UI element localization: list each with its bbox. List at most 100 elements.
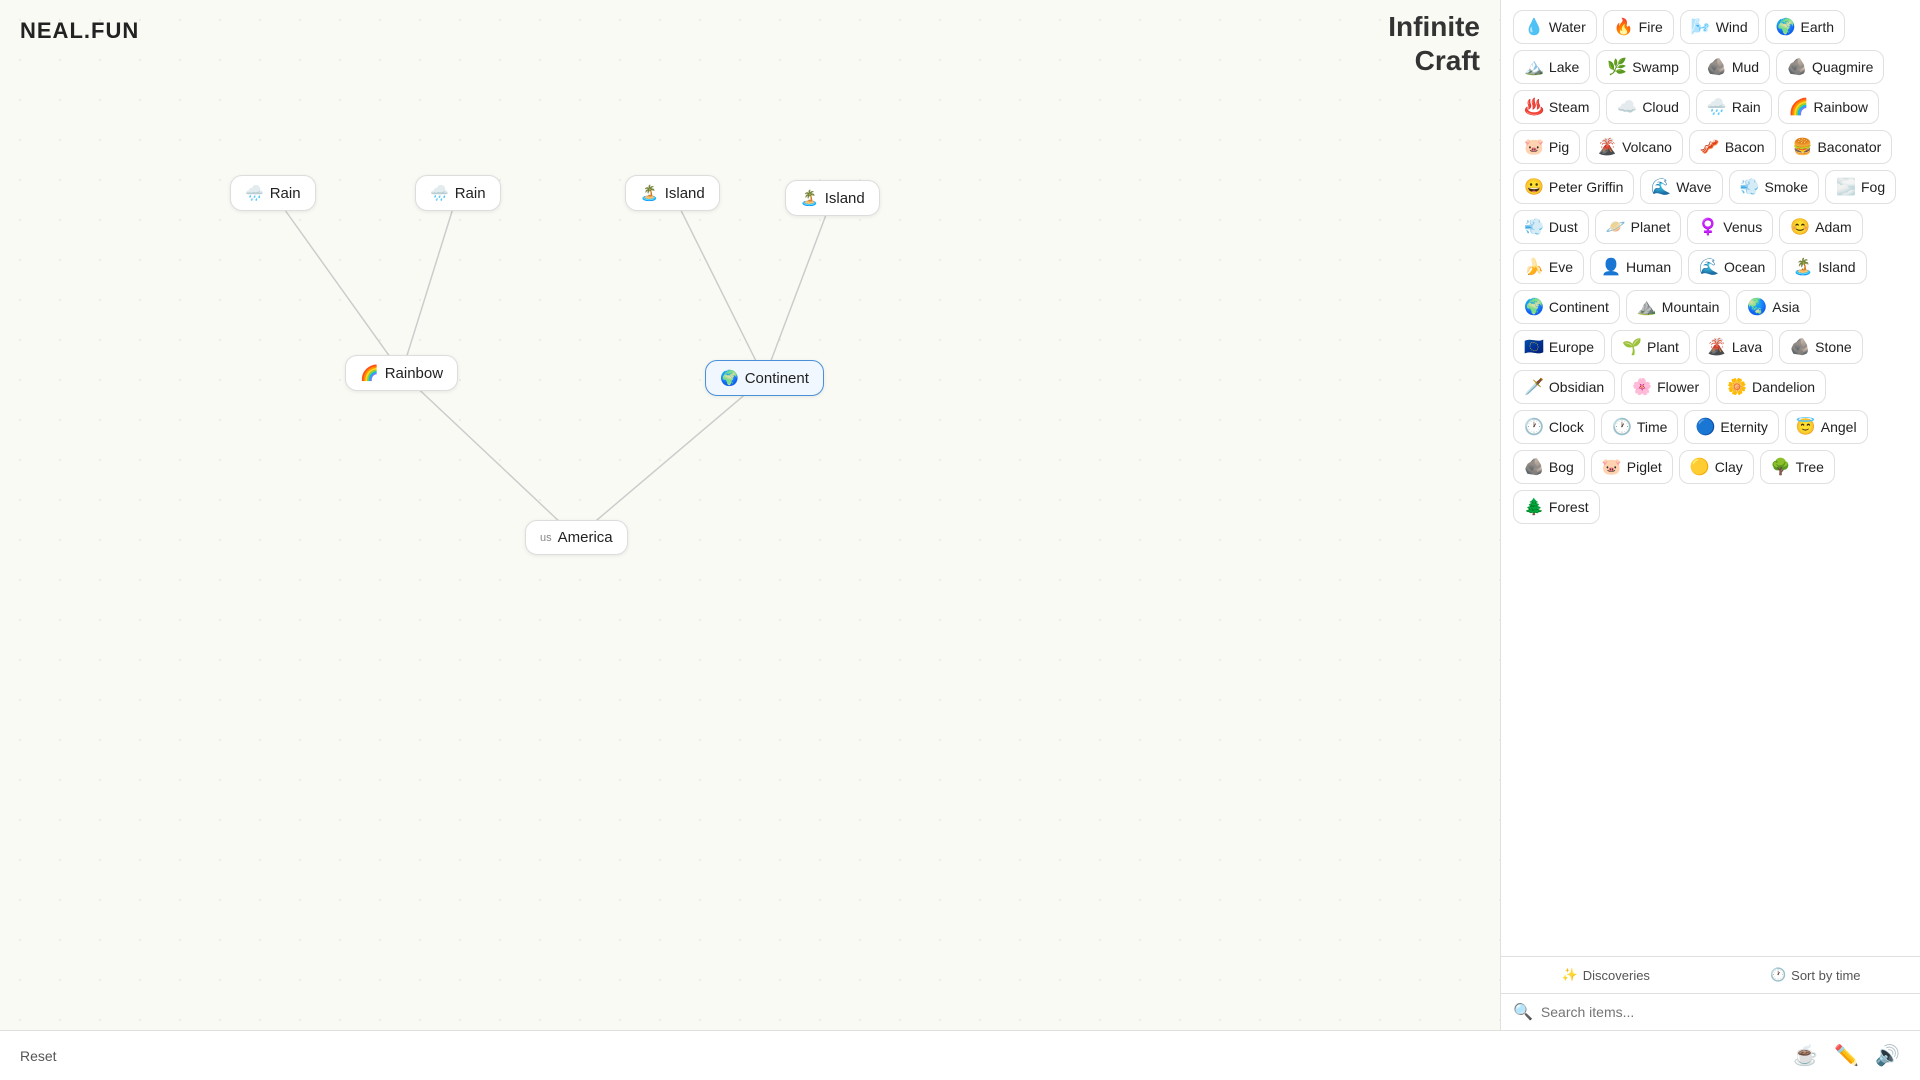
- sidebar-item-emoji: 🌫️: [1836, 177, 1856, 197]
- sidebar-item-emoji: 🌸: [1632, 377, 1652, 397]
- sidebar-item[interactable]: 💧Water: [1513, 10, 1597, 44]
- sidebar-item[interactable]: 🌲Forest: [1513, 490, 1600, 524]
- sidebar-item-emoji: 💨: [1740, 177, 1760, 197]
- footer-tab[interactable]: ✨Discoveries: [1501, 957, 1711, 993]
- sidebar-item-label: Fog: [1861, 179, 1885, 195]
- sidebar-item-label: Time: [1637, 419, 1668, 435]
- node-emoji: 🌧️: [245, 184, 264, 202]
- sidebar-item-emoji: 💧: [1524, 17, 1544, 37]
- sidebar-item[interactable]: 🌸 Flower: [1621, 370, 1710, 404]
- sidebar-item-emoji: 🌱: [1622, 337, 1642, 357]
- search-input[interactable]: [1541, 1004, 1908, 1020]
- sidebar-item[interactable]: 🌬️Wind: [1680, 10, 1759, 44]
- sidebar-item[interactable]: 🌏Asia: [1736, 290, 1810, 324]
- sidebar-item[interactable]: 🇪🇺Europe: [1513, 330, 1605, 364]
- reset-button[interactable]: Reset: [20, 1048, 57, 1064]
- connection-line: [402, 373, 577, 538]
- sidebar-item-label: Piglet: [1627, 459, 1662, 475]
- sidebar-item[interactable]: 🪐Planet: [1595, 210, 1682, 244]
- sidebar-item[interactable]: 🕐Clock: [1513, 410, 1595, 444]
- sidebar-item[interactable]: 🐷Pig: [1513, 130, 1580, 164]
- sidebar-item-emoji: 🌊: [1699, 257, 1719, 277]
- canvas-node-rain1[interactable]: 🌧️Rain: [230, 175, 316, 211]
- canvas-area[interactable]: NEAL.FUN Infinite Craft 🌧️Rain🌧️Rain🏝️Is…: [0, 0, 1500, 1030]
- sidebar-item-label: Venus: [1723, 219, 1762, 235]
- sidebar-item[interactable]: 🌳 Tree: [1760, 450, 1835, 484]
- sidebar-item-label: Forest: [1549, 499, 1589, 515]
- sidebar-item-emoji: 🌳: [1771, 457, 1791, 477]
- sidebar-item[interactable]: 🟡Clay: [1679, 450, 1754, 484]
- sidebar-item[interactable]: 🌿Swamp: [1596, 50, 1690, 84]
- sidebar-item-emoji: 👤: [1601, 257, 1621, 277]
- sidebar-item[interactable]: 💨Smoke: [1729, 170, 1820, 204]
- connection-line: [576, 378, 764, 538]
- sidebar-item[interactable]: 🌊Ocean: [1688, 250, 1776, 284]
- sidebar-item[interactable]: ☁️Cloud: [1606, 90, 1690, 124]
- sidebar-item[interactable]: 🌋Volcano: [1586, 130, 1683, 164]
- sidebar-item[interactable]: 🕐Time: [1601, 410, 1679, 444]
- sidebar-item[interactable]: ♀️ Venus: [1687, 210, 1773, 244]
- sidebar-item-emoji: ♀️: [1698, 217, 1718, 237]
- sidebar-item-label: Asia: [1772, 299, 1799, 315]
- canvas-node-island1[interactable]: 🏝️Island: [625, 175, 720, 211]
- bottom-icon-1[interactable]: ✏️: [1834, 1043, 1859, 1068]
- sidebar-item[interactable]: 🔥Fire: [1603, 10, 1674, 44]
- sidebar-item[interactable]: 🌫️ Fog: [1825, 170, 1896, 204]
- sidebar-item[interactable]: 🌧️Rain: [1696, 90, 1772, 124]
- sidebar-item[interactable]: 🪨Quagmire: [1776, 50, 1884, 84]
- sidebar-item[interactable]: 🌊Wave: [1640, 170, 1722, 204]
- sidebar-item-emoji: 🍔: [1793, 137, 1813, 157]
- sidebar-item[interactable]: 😀Peter Griffin: [1513, 170, 1634, 204]
- node-emoji: 🏝️: [800, 189, 819, 207]
- sidebar-item-emoji: 🌊: [1651, 177, 1671, 197]
- bottom-icon-2[interactable]: 🔊: [1875, 1043, 1900, 1068]
- sidebar-item[interactable]: 🍌Eve: [1513, 250, 1584, 284]
- sidebar-item[interactable]: 🌼Dandelion: [1716, 370, 1826, 404]
- sidebar-item-emoji: 🏝️: [1793, 257, 1813, 277]
- sidebar-item[interactable]: 🐷Piglet: [1591, 450, 1673, 484]
- sidebar-item[interactable]: 🗡️Obsidian: [1513, 370, 1615, 404]
- sidebar-item-emoji: 🪨: [1787, 57, 1807, 77]
- node-label: Rain: [455, 185, 486, 202]
- sidebar-item-emoji: 🪨: [1790, 337, 1810, 357]
- footer-tab[interactable]: 🕐Sort by time: [1711, 957, 1920, 993]
- connections-svg: [0, 0, 1500, 1030]
- sidebar-item[interactable]: 🏔️Lake: [1513, 50, 1590, 84]
- sidebar-item[interactable]: 👤 Human: [1590, 250, 1682, 284]
- sidebar-item[interactable]: ⛰️Mountain: [1626, 290, 1731, 324]
- canvas-node-continent[interactable]: 🌍Continent: [705, 360, 824, 396]
- sidebar-item-label: Tree: [1796, 459, 1824, 475]
- sidebar-item-label: Human: [1626, 259, 1671, 275]
- sidebar-item[interactable]: ♨️Steam: [1513, 90, 1600, 124]
- sidebar-item[interactable]: 🪨Mud: [1696, 50, 1770, 84]
- sidebar-item-label: Clay: [1715, 459, 1743, 475]
- sidebar-item-label: Flower: [1657, 379, 1699, 395]
- canvas-node-island2[interactable]: 🏝️Island: [785, 180, 880, 216]
- sidebar-item[interactable]: 😇Angel: [1785, 410, 1868, 444]
- sidebar-item-emoji: 🍌: [1524, 257, 1544, 277]
- canvas-node-america[interactable]: usAmerica: [525, 520, 628, 555]
- sidebar-item[interactable]: 😊Adam: [1779, 210, 1863, 244]
- sidebar-item[interactable]: 🪨Stone: [1779, 330, 1863, 364]
- sidebar-item[interactable]: 🌍Continent: [1513, 290, 1620, 324]
- sidebar-item[interactable]: 🌍Earth: [1765, 10, 1845, 44]
- sidebar-item[interactable]: 🏝️Island: [1782, 250, 1866, 284]
- sidebar-item[interactable]: 💨Dust: [1513, 210, 1589, 244]
- footer-tab-label: Discoveries: [1583, 968, 1650, 983]
- sidebar-item[interactable]: 🥓Bacon: [1689, 130, 1776, 164]
- sidebar-item-emoji: 🏔️: [1524, 57, 1544, 77]
- sidebar-item-label: Planet: [1631, 219, 1671, 235]
- bottom-icon-0[interactable]: ☕: [1793, 1043, 1818, 1068]
- sidebar-item[interactable]: 🔵Eternity: [1684, 410, 1778, 444]
- sidebar-item-label: Obsidian: [1549, 379, 1604, 395]
- sidebar-item[interactable]: 🌋Lava: [1696, 330, 1773, 364]
- sidebar-item[interactable]: 🍔Baconator: [1782, 130, 1893, 164]
- sidebar: 💧Water🔥Fire🌬️Wind🌍Earth🏔️Lake🌿Swamp🪨Mud🪨…: [1500, 0, 1920, 1030]
- canvas-node-rainbow[interactable]: 🌈Rainbow: [345, 355, 458, 391]
- canvas-node-rain2[interactable]: 🌧️Rain: [415, 175, 501, 211]
- sidebar-item[interactable]: 🪨Bog: [1513, 450, 1585, 484]
- sidebar-item[interactable]: 🌱Plant: [1611, 330, 1690, 364]
- connection-line: [672, 193, 764, 378]
- sidebar-item-label: Pig: [1549, 139, 1569, 155]
- sidebar-item[interactable]: 🌈Rainbow: [1778, 90, 1879, 124]
